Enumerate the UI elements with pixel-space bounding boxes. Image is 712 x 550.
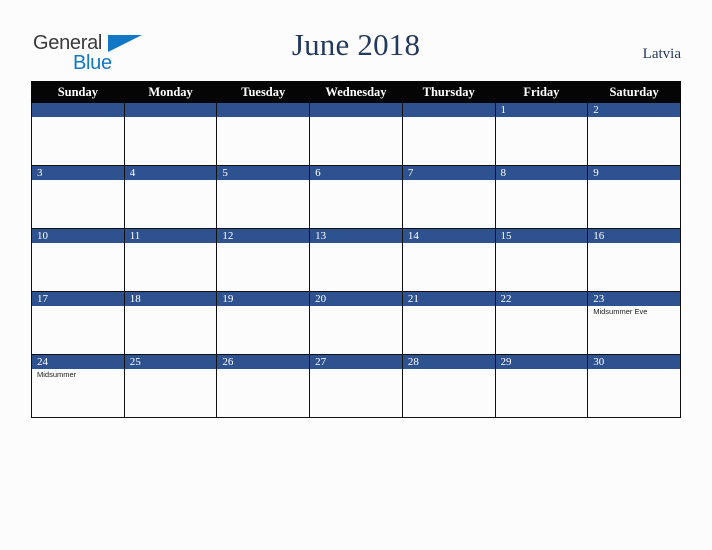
calendar-day-cell[interactable]: 10 [31, 228, 125, 292]
calendar-day-cell[interactable]: 6 [309, 165, 403, 229]
day-number: 25 [124, 355, 217, 369]
day-number: 15 [495, 229, 588, 243]
calendar-week-row: 24 Midsummer 25 26 27 28 29 30 [31, 354, 681, 418]
calendar-day-cell[interactable]: 24 Midsummer [31, 354, 125, 418]
calendar-day-cell[interactable]: 2 [587, 102, 681, 166]
day-number [124, 103, 217, 117]
calendar-empty-cell [123, 102, 218, 166]
country-label: Latvia [642, 46, 681, 62]
day-number: 24 [32, 355, 124, 369]
calendar-day-cell[interactable]: 7 [401, 165, 496, 229]
day-number: 2 [588, 103, 680, 117]
calendar-day-cell[interactable]: 19 [216, 291, 311, 355]
calendar-day-cell[interactable]: 11 [123, 228, 218, 292]
calendar-day-cell[interactable]: 12 [216, 228, 311, 292]
holiday-label: Midsummer Eve [593, 307, 648, 316]
calendar-week-row: 10 11 12 13 14 15 16 [31, 228, 681, 292]
day-number: 13 [310, 229, 402, 243]
weekday-header-saturday: Saturday [587, 81, 681, 103]
calendar-empty-cell [216, 102, 311, 166]
calendar-day-cell[interactable]: 5 [216, 165, 311, 229]
day-number: 6 [310, 166, 402, 180]
calendar-table: Sunday Monday Tuesday Wednesday Thursday… [31, 81, 681, 418]
weekday-header-wednesday: Wednesday [309, 81, 403, 103]
calendar-body: 1 2 3 4 5 6 7 8 9 10 11 12 13 14 15 16 17 18 19 20 21 22 23 Mid… [31, 102, 681, 418]
day-number: 19 [217, 292, 310, 306]
calendar-day-cell[interactable]: 17 [31, 291, 125, 355]
calendar-day-cell[interactable]: 29 [494, 354, 589, 418]
day-number [402, 103, 495, 117]
day-number: 10 [32, 229, 124, 243]
day-events: Midsummer [32, 369, 124, 380]
calendar-day-cell[interactable]: 18 [123, 291, 218, 355]
calendar-day-cell[interactable]: 1 [494, 102, 589, 166]
day-number: 21 [402, 292, 495, 306]
calendar-week-row: 17 18 19 20 21 22 23 Midsummer Eve [31, 291, 681, 355]
calendar-day-cell[interactable]: 16 [587, 228, 681, 292]
day-events: Midsummer Eve [588, 306, 680, 317]
calendar-day-cell[interactable]: 21 [401, 291, 496, 355]
day-number: 4 [124, 166, 217, 180]
calendar-day-cell[interactable]: 27 [309, 354, 403, 418]
weekday-header-friday: Friday [494, 81, 589, 103]
calendar-day-cell[interactable]: 25 [123, 354, 218, 418]
calendar-empty-cell [401, 102, 496, 166]
calendar-empty-cell [31, 102, 125, 166]
calendar-day-cell[interactable]: 3 [31, 165, 125, 229]
day-number: 26 [217, 355, 310, 369]
weekday-header-row: Sunday Monday Tuesday Wednesday Thursday… [31, 81, 681, 103]
weekday-header-tuesday: Tuesday [216, 81, 311, 103]
calendar-day-cell[interactable]: 15 [494, 228, 589, 292]
page-title: June 2018 [291, 27, 421, 62]
day-number: 7 [402, 166, 495, 180]
day-number: 22 [495, 292, 588, 306]
page-header: General Blue June 2018 Latvia [0, 0, 712, 81]
day-number: 27 [310, 355, 402, 369]
calendar-empty-cell [309, 102, 403, 166]
day-number: 20 [310, 292, 402, 306]
calendar-day-cell[interactable]: 20 [309, 291, 403, 355]
calendar-day-cell[interactable]: 9 [587, 165, 681, 229]
day-number [217, 103, 310, 117]
day-number: 8 [495, 166, 588, 180]
weekday-header-sunday: Sunday [31, 81, 125, 103]
weekday-header-thursday: Thursday [401, 81, 496, 103]
day-number: 11 [124, 229, 217, 243]
day-number: 5 [217, 166, 310, 180]
calendar-day-cell[interactable]: 13 [309, 228, 403, 292]
day-number: 29 [495, 355, 588, 369]
holiday-label: Midsummer [37, 370, 77, 379]
calendar-week-row: 3456789 [31, 165, 681, 229]
calendar-day-cell[interactable]: 8 [494, 165, 589, 229]
day-number: 14 [402, 229, 495, 243]
day-number [310, 103, 402, 117]
calendar-day-cell[interactable]: 4 [123, 165, 218, 229]
day-number: 17 [32, 292, 124, 306]
calendar-day-cell[interactable]: 14 [401, 228, 496, 292]
calendar-day-cell[interactable]: 26 [216, 354, 311, 418]
day-number: 28 [402, 355, 495, 369]
day-number: 30 [588, 355, 680, 369]
day-number: 23 [588, 292, 680, 306]
day-number: 1 [495, 103, 588, 117]
calendar-day-cell[interactable]: 23 Midsummer Eve [587, 291, 681, 355]
calendar-day-cell[interactable]: 28 [401, 354, 496, 418]
day-number: 18 [124, 292, 217, 306]
calendar-day-cell[interactable]: 22 [494, 291, 589, 355]
day-number: 16 [588, 229, 680, 243]
day-number: 9 [588, 166, 680, 180]
calendar-page: General Blue June 2018 Latvia Sunday Mon… [0, 0, 712, 550]
calendar-week-row: 12 [31, 102, 681, 166]
day-number: 12 [217, 229, 310, 243]
day-number [32, 103, 124, 117]
day-number: 3 [32, 166, 124, 180]
weekday-header-monday: Monday [123, 81, 218, 103]
calendar-day-cell[interactable]: 30 [587, 354, 681, 418]
